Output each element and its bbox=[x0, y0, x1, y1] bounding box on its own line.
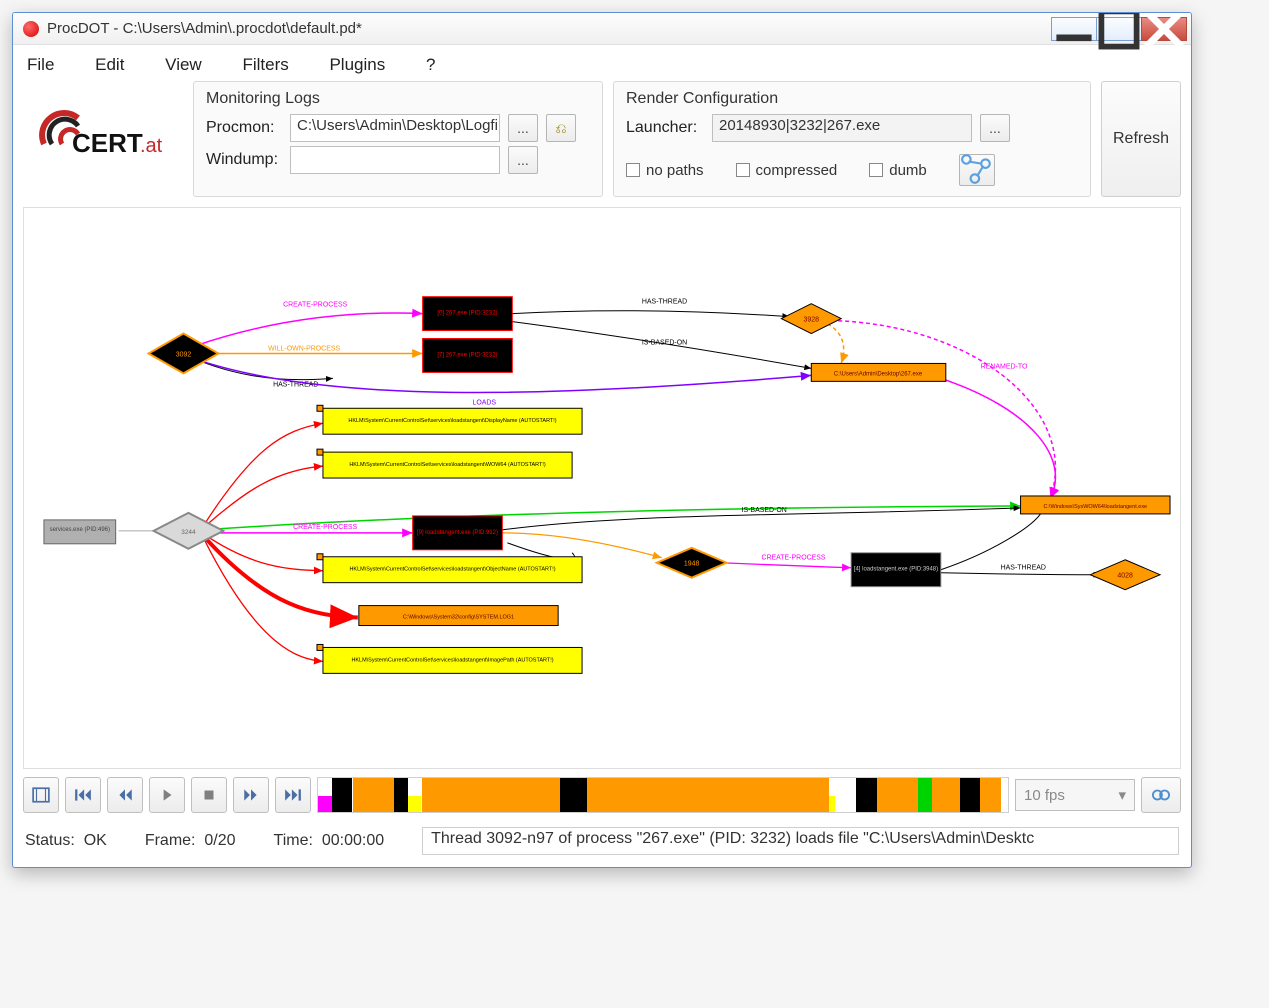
svg-text:[0] 267.exe (PID:3232): [0] 267.exe (PID:3232) bbox=[437, 311, 497, 317]
svg-text:RENAMED-TO: RENAMED-TO bbox=[981, 363, 1028, 370]
svg-text:C:\Windows\SysWOW64\loadstange: C:\Windows\SysWOW64\loadstangent.exe bbox=[1043, 504, 1147, 510]
first-button[interactable] bbox=[65, 777, 101, 813]
svg-text:HKLM\System\CurrentControlSet\: HKLM\System\CurrentControlSet\services\l… bbox=[349, 462, 546, 468]
svg-text:C:\Users\Admin\Desktop\267.exe: C:\Users\Admin\Desktop\267.exe bbox=[834, 371, 923, 377]
record-icon bbox=[23, 21, 39, 37]
render-config-panel: Render Configuration Launcher: 20148930|… bbox=[613, 81, 1091, 197]
svg-text:3244: 3244 bbox=[181, 529, 196, 536]
svg-text:CREATE-PROCESS: CREATE-PROCESS bbox=[761, 555, 825, 562]
next-button[interactable] bbox=[233, 777, 269, 813]
svg-text:HKLM\System\CurrentControlSet\: HKLM\System\CurrentControlSet\services\l… bbox=[351, 657, 553, 663]
svg-text:C:\Windows\System32\config\SYS: C:\Windows\System32\config\SYSTEM.LOG1 bbox=[403, 615, 514, 621]
stop-button[interactable] bbox=[191, 777, 227, 813]
menubar: File Edit View Filters Plugins ? bbox=[13, 45, 1191, 81]
film-button[interactable] bbox=[23, 777, 59, 813]
svg-text:HKLM\System\CurrentControlSet\: HKLM\System\CurrentControlSet\services\l… bbox=[348, 418, 556, 424]
monitoring-logs-panel: Monitoring Logs Procmon: C:\Users\Admin\… bbox=[193, 81, 603, 197]
compressed-checkbox[interactable]: compressed bbox=[736, 162, 838, 179]
menu-help[interactable]: ? bbox=[426, 55, 435, 74]
render-title: Render Configuration bbox=[626, 90, 1078, 108]
procmon-label: Procmon: bbox=[206, 119, 282, 137]
svg-text:HAS-THREAD: HAS-THREAD bbox=[1001, 565, 1046, 572]
monitoring-title: Monitoring Logs bbox=[206, 90, 590, 108]
play-button[interactable] bbox=[149, 777, 185, 813]
prev-button[interactable] bbox=[107, 777, 143, 813]
svg-text:services.exe (PID:496): services.exe (PID:496) bbox=[50, 527, 110, 533]
windump-browse-button[interactable]: ... bbox=[508, 146, 538, 174]
procmon-browse-button[interactable]: ... bbox=[508, 114, 538, 142]
menu-plugins[interactable]: Plugins bbox=[329, 55, 385, 74]
launcher-browse-button[interactable]: ... bbox=[980, 114, 1010, 142]
app-window: ProcDOT - C:\Users\Admin\.procdot\defaul… bbox=[12, 12, 1192, 868]
frame-value: 0/20 bbox=[204, 832, 235, 849]
dumb-checkbox[interactable]: dumb bbox=[869, 162, 927, 179]
svg-text:CREATE-PROCESS: CREATE-PROCESS bbox=[283, 302, 347, 309]
svg-text:IS-BASED-ON: IS-BASED-ON bbox=[642, 339, 687, 346]
fps-selector[interactable]: 10 fps ▾ bbox=[1015, 779, 1135, 811]
timeline[interactable] bbox=[317, 777, 1009, 813]
refresh-button[interactable]: Refresh bbox=[1101, 81, 1181, 197]
minimize-button[interactable] bbox=[1051, 17, 1097, 41]
procmon-input[interactable]: C:\Users\Admin\Desktop\Logfi bbox=[290, 114, 500, 142]
chevron-down-icon: ▾ bbox=[1118, 786, 1126, 804]
titlebar[interactable]: ProcDOT - C:\Users\Admin\.procdot\defaul… bbox=[13, 13, 1191, 45]
status-label: Status: bbox=[25, 832, 75, 849]
procmon-clear-button[interactable]: ⎌ bbox=[546, 114, 576, 142]
windump-label: Windump: bbox=[206, 151, 282, 169]
windump-input[interactable] bbox=[290, 146, 500, 174]
status-bar: Status: OK Frame: 0/20 Time: 00:00:00 Th… bbox=[13, 821, 1191, 867]
svg-text:[9] loadstangent.exe (PID:912): [9] loadstangent.exe (PID:912) bbox=[417, 530, 498, 536]
close-button[interactable] bbox=[1141, 17, 1187, 41]
no-paths-checkbox[interactable]: no paths bbox=[626, 162, 704, 179]
graph-options-button[interactable] bbox=[959, 154, 995, 186]
time-label: Time: bbox=[274, 832, 313, 849]
menu-edit[interactable]: Edit bbox=[95, 55, 124, 74]
frame-label: Frame: bbox=[145, 832, 196, 849]
launcher-input[interactable]: 20148930|3232|267.exe bbox=[712, 114, 972, 142]
launcher-label: Launcher: bbox=[626, 119, 704, 137]
svg-text:CREATE-PROCESS: CREATE-PROCESS bbox=[293, 524, 357, 531]
graph-canvas[interactable]: CREATE-PROCESS WILL-OWN-PROCESS HAS-THRE… bbox=[23, 207, 1181, 769]
svg-text:CERT: CERT bbox=[72, 128, 143, 158]
status-value: OK bbox=[84, 832, 107, 849]
maximize-button[interactable] bbox=[1096, 17, 1142, 41]
menu-filters[interactable]: Filters bbox=[242, 55, 288, 74]
svg-text:3092: 3092 bbox=[176, 351, 192, 358]
svg-text:4028: 4028 bbox=[1117, 573, 1133, 580]
svg-text:3928: 3928 bbox=[804, 317, 820, 324]
svg-text:[4] loadstangent.exe (PID:3948: [4] loadstangent.exe (PID:3948) bbox=[854, 567, 938, 573]
svg-text:1948: 1948 bbox=[684, 561, 700, 568]
svg-text:LOADS: LOADS bbox=[472, 399, 496, 406]
last-button[interactable] bbox=[275, 777, 311, 813]
playback-controls: 10 fps ▾ bbox=[13, 769, 1191, 821]
menu-file[interactable]: File bbox=[27, 55, 54, 74]
svg-text:HAS-THREAD: HAS-THREAD bbox=[642, 299, 687, 306]
status-detail: Thread 3092-n97 of process "267.exe" (PI… bbox=[422, 827, 1179, 855]
loop-button[interactable] bbox=[1141, 777, 1181, 813]
cert-logo: CERT .at bbox=[23, 81, 183, 187]
svg-text:HKLM\System\CurrentControlSet\: HKLM\System\CurrentControlSet\services\l… bbox=[349, 567, 555, 573]
time-value: 00:00:00 bbox=[322, 832, 384, 849]
window-title: ProcDOT - C:\Users\Admin\.procdot\defaul… bbox=[47, 20, 1052, 37]
svg-text:IS-BASED-ON: IS-BASED-ON bbox=[742, 507, 787, 514]
svg-text:WILL-OWN-PROCESS: WILL-OWN-PROCESS bbox=[268, 345, 340, 352]
svg-text:.at: .at bbox=[140, 135, 163, 157]
menu-view[interactable]: View bbox=[165, 55, 202, 74]
svg-text:[7] 267.exe (PID:3232): [7] 267.exe (PID:3232) bbox=[437, 352, 497, 358]
